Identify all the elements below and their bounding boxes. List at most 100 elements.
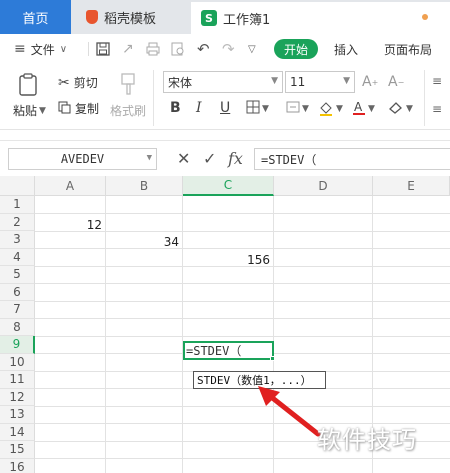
- grid-line: [35, 318, 450, 319]
- cell-a2[interactable]: 12: [35, 216, 105, 234]
- cut-label: 剪切: [73, 76, 98, 90]
- row-header-1[interactable]: 1: [0, 196, 35, 214]
- divider: [424, 70, 425, 126]
- format-painter-icon[interactable]: [118, 72, 140, 98]
- tab-daoke-label: 稻壳模板: [104, 11, 157, 27]
- watermark: 软件技巧: [317, 426, 417, 454]
- select-all-corner[interactable]: [0, 176, 35, 196]
- font-name-select[interactable]: 宋体 ▼: [163, 71, 283, 93]
- chevron-down-icon[interactable]: ▼: [336, 104, 343, 114]
- chevron-down-icon[interactable]: ▼: [302, 104, 309, 114]
- paste-icon[interactable]: [16, 72, 42, 98]
- row-header-13[interactable]: 13: [0, 406, 35, 424]
- align-top-icon[interactable]: ≡: [432, 74, 442, 88]
- cell-c4[interactable]: 156: [183, 251, 273, 269]
- tab-daoke-templates[interactable]: 稻壳模板: [72, 0, 190, 34]
- bold-icon[interactable]: B: [170, 100, 181, 116]
- tab-insert[interactable]: 插入: [334, 34, 358, 64]
- eraser-icon[interactable]: [388, 100, 404, 118]
- confirm-icon[interactable]: ✓: [203, 149, 216, 168]
- format-painter-label[interactable]: 格式刷: [110, 102, 146, 119]
- copy-button[interactable]: 复制: [58, 100, 99, 117]
- chevron-down-icon[interactable]: ▼: [368, 104, 375, 114]
- name-box[interactable]: AVEDEV ▼: [8, 148, 157, 170]
- tab-home[interactable]: 首页: [0, 0, 71, 34]
- chevron-down-icon: ▼: [271, 76, 278, 86]
- tab-workbook-label: 工作簿1: [223, 12, 271, 28]
- cell-b3[interactable]: 34: [106, 234, 182, 252]
- row-header-10[interactable]: 10: [0, 353, 35, 371]
- row-header-14[interactable]: 14: [0, 423, 35, 441]
- italic-icon[interactable]: I: [196, 100, 202, 116]
- redo-icon[interactable]: ↷: [222, 34, 235, 64]
- merge-cells-icon[interactable]: [286, 100, 300, 118]
- insert-function-icon[interactable]: fx: [228, 149, 243, 168]
- cut-button[interactable]: ✂ 剪切: [58, 74, 98, 91]
- unsaved-dot-icon: [422, 14, 428, 20]
- fill-handle[interactable]: [270, 356, 275, 361]
- grid-line: [35, 458, 450, 459]
- save-icon[interactable]: [96, 34, 110, 64]
- row-header-8[interactable]: 8: [0, 318, 35, 336]
- grid-line: [35, 248, 450, 249]
- grid-line: [182, 196, 183, 473]
- font-size-value: 11: [290, 75, 306, 89]
- font-name-value: 宋体: [168, 75, 193, 90]
- ribbon: 粘贴 ▼ ✂ 剪切 复制 格式刷 宋体 ▼ 11 ▼ A + A − B I U ▼…: [0, 64, 450, 130]
- spreadsheet-grid[interactable]: A B C D E 1 2 3 4 5 6 7 8 9 10 11 12 13 …: [0, 176, 450, 473]
- tab-start[interactable]: 开始: [274, 39, 318, 59]
- undo-icon[interactable]: ↶: [197, 34, 210, 64]
- print-icon[interactable]: [146, 34, 160, 64]
- copy-label: 复制: [75, 102, 100, 116]
- row-header-5[interactable]: 5: [0, 266, 35, 284]
- formula-bar: AVEDEV ▼ ✕ ✓ fx =STDEV（: [0, 140, 450, 176]
- active-cell-c9[interactable]: =STDEV（: [183, 341, 274, 360]
- name-box-value: AVEDEV: [60, 152, 105, 166]
- decrease-font-icon[interactable]: A −: [388, 74, 404, 90]
- grid-line: [35, 283, 450, 284]
- row-header-2[interactable]: 2: [0, 213, 35, 231]
- grid-line: [35, 300, 450, 302]
- red-arrow-icon: [258, 386, 321, 437]
- svg-text:A: A: [354, 100, 363, 114]
- row-header-7[interactable]: 7: [0, 301, 35, 319]
- row-header-16[interactable]: 16: [0, 458, 35, 473]
- underline-icon[interactable]: U: [220, 100, 230, 116]
- row-header-15[interactable]: 15: [0, 441, 35, 459]
- cancel-icon[interactable]: ✕: [177, 149, 190, 168]
- row-header-9[interactable]: 9: [0, 336, 35, 354]
- row-header-3[interactable]: 3: [0, 231, 35, 249]
- row-header-11[interactable]: 11: [0, 371, 35, 389]
- column-header-b[interactable]: B: [106, 176, 183, 196]
- paste-button[interactable]: 粘贴 ▼: [13, 102, 46, 119]
- font-size-select[interactable]: 11 ▼: [285, 71, 355, 93]
- chevron-down-icon[interactable]: ▼: [406, 104, 413, 114]
- column-header-e[interactable]: E: [373, 176, 450, 196]
- align-left-icon[interactable]: ≡: [432, 102, 442, 116]
- row-header-4[interactable]: 4: [0, 248, 35, 266]
- tab-page-layout[interactable]: 页面布局: [384, 34, 432, 64]
- borders-icon[interactable]: [246, 100, 260, 118]
- file-menu-label: 文件: [30, 42, 55, 57]
- column-header-a[interactable]: A: [35, 176, 106, 196]
- tab-workbook[interactable]: S 工作簿1: [191, 0, 450, 34]
- spreadsheet-icon: S: [201, 10, 217, 26]
- daoke-icon: [86, 10, 98, 24]
- column-header-d[interactable]: D: [274, 176, 373, 196]
- increase-font-icon[interactable]: A +: [362, 74, 378, 90]
- font-color-icon[interactable]: A: [352, 100, 366, 120]
- column-header-c[interactable]: C: [183, 176, 274, 196]
- formula-input[interactable]: =STDEV（: [254, 148, 450, 170]
- print-preview-icon[interactable]: [171, 34, 185, 64]
- file-menu[interactable]: ≡ 文件 ∨: [14, 34, 67, 64]
- chevron-down-icon[interactable]: ▼: [262, 104, 269, 114]
- share-icon[interactable]: ↗: [122, 34, 134, 64]
- grid-line: [35, 213, 450, 214]
- row-header-12[interactable]: 12: [0, 388, 35, 406]
- tab-bar: 首页 稻壳模板 S 工作簿1: [0, 0, 450, 34]
- fill-color-icon[interactable]: [318, 100, 334, 120]
- active-cell-formula: =STDEV（: [186, 344, 242, 358]
- quick-access-more-icon[interactable]: ▽: [248, 34, 256, 64]
- scissors-icon: ✂: [58, 74, 70, 91]
- row-header-6[interactable]: 6: [0, 283, 35, 301]
